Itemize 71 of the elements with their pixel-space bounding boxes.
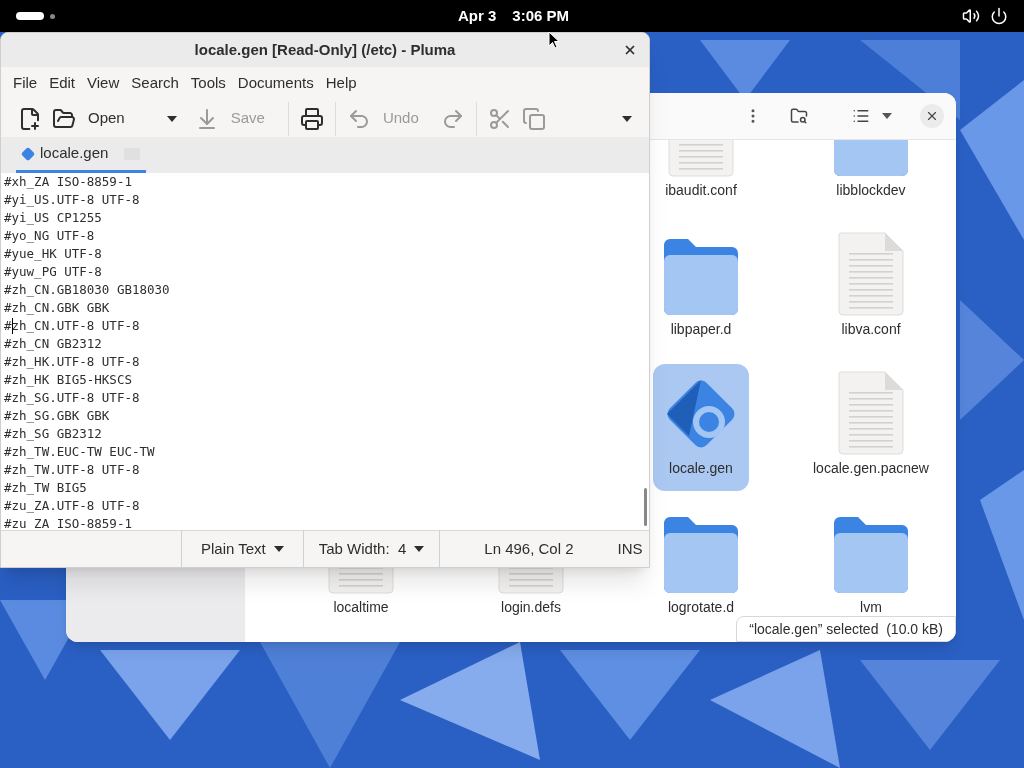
code-line: #zh_SG GB2312 bbox=[4, 424, 102, 443]
printer-icon bbox=[299, 106, 324, 131]
code-line: #zh_TW.EUC-TW EUC-TW bbox=[4, 442, 155, 461]
menu-item[interactable]: Help bbox=[320, 72, 362, 95]
close-icon[interactable] bbox=[623, 43, 637, 57]
copy-icon bbox=[521, 106, 546, 131]
caret-icon bbox=[622, 115, 632, 122]
directory-entry[interactable]: locale.gen bbox=[653, 364, 749, 491]
folder-icon bbox=[52, 106, 76, 131]
menu-item[interactable]: Tools bbox=[185, 72, 231, 95]
scrollbar[interactable] bbox=[644, 488, 647, 526]
new-file-icon bbox=[18, 106, 42, 131]
code-line: #zh_CN.GB18030 GB18030 bbox=[4, 280, 170, 299]
file-name: locale.gen bbox=[669, 459, 733, 478]
date[interactable]: Apr 3 bbox=[458, 4, 497, 28]
folder-icon bbox=[662, 515, 740, 595]
code-line: #zh_TW BIG5 bbox=[4, 478, 87, 497]
code-line: #zu_ZA.UTF-8 UTF-8 bbox=[4, 496, 140, 515]
file-name[interactable]: login.defs bbox=[501, 597, 561, 618]
caret-icon bbox=[166, 115, 177, 122]
volume-icon[interactable] bbox=[962, 7, 980, 25]
file-name[interactable]: logrotate.d bbox=[667, 597, 735, 618]
tab-width-dropdown[interactable]: Tab Width: 4 bbox=[303, 531, 441, 567]
file-name[interactable]: libpaper.d bbox=[670, 319, 732, 340]
close-icon bbox=[925, 109, 939, 123]
search-icon[interactable] bbox=[790, 107, 808, 125]
toolbar-button[interactable]: Open bbox=[47, 102, 142, 135]
insert-mode: INS bbox=[617, 538, 643, 559]
window-title: locale.gen [Read-Only] (/etc) - Pluma bbox=[194, 39, 456, 60]
scissors-icon bbox=[487, 106, 512, 131]
menu-item[interactable]: Documents bbox=[232, 72, 319, 95]
code-line: #yi_US CP1255 bbox=[4, 208, 102, 227]
code-line: #zh_HK.UTF-8 UTF-8 bbox=[4, 352, 140, 371]
code-line: #zh_CN.GBK GBK bbox=[4, 298, 110, 317]
code-line: #zu_ZA ISO-8859-1 bbox=[4, 514, 132, 530]
text-area[interactable] bbox=[1, 173, 649, 530]
document-icon bbox=[837, 231, 905, 317]
file-name[interactable]: ibaudit.conf bbox=[665, 180, 737, 201]
menu-item[interactable]: File bbox=[8, 72, 43, 95]
caret-icon bbox=[273, 546, 284, 552]
power-icon[interactable] bbox=[990, 7, 1008, 25]
cursor-position: Ln 496, Col 2 bbox=[483, 538, 575, 559]
file-name[interactable]: localtime bbox=[333, 597, 389, 618]
menu-item[interactable]: Edit bbox=[44, 72, 81, 95]
selection-status: “locale.gen” selected (10.0 kB) bbox=[736, 616, 956, 642]
file-name[interactable]: locale.gen.pacnew bbox=[813, 458, 929, 479]
file-name[interactable]: libva.conf bbox=[841, 319, 901, 340]
code-line: #zh_TW.UTF-8 UTF-8 bbox=[4, 460, 140, 479]
code-line: #zh_HK BIG5-HKSCS bbox=[4, 370, 132, 389]
folder-icon bbox=[832, 515, 910, 595]
close-button[interactable] bbox=[920, 104, 944, 128]
caret-icon bbox=[414, 546, 425, 552]
code-line: #yue_HK UTF-8 bbox=[4, 244, 102, 263]
menu-item[interactable]: Search bbox=[126, 72, 184, 95]
language-dropdown[interactable]: Plain Text bbox=[181, 531, 304, 567]
list-view-icon[interactable] bbox=[852, 107, 870, 125]
workspace-indicator[interactable] bbox=[16, 12, 44, 20]
code-line: #zh_SG.UTF-8 UTF-8 bbox=[4, 388, 140, 407]
code-line: #yo_NG UTF-8 bbox=[4, 226, 95, 245]
document-icon bbox=[837, 370, 905, 456]
code-line: #yi_US.UTF-8 UTF-8 bbox=[4, 190, 140, 209]
file-name[interactable]: lvm bbox=[860, 597, 882, 618]
code-line: #zh_CN GB2312 bbox=[4, 334, 102, 353]
folder-icon bbox=[662, 237, 740, 317]
code-line: #zh_SG.GBK GBK bbox=[4, 406, 110, 425]
menu-item[interactable]: View bbox=[82, 72, 125, 95]
caret-icon bbox=[882, 113, 892, 119]
clock[interactable]: 3:06 PM bbox=[512, 4, 570, 28]
file-name[interactable]: libblockdev bbox=[836, 180, 906, 201]
code-line: #yuw_PG UTF-8 bbox=[4, 262, 102, 281]
code-line: #xh_ZA ISO-8859-1 bbox=[4, 173, 132, 191]
